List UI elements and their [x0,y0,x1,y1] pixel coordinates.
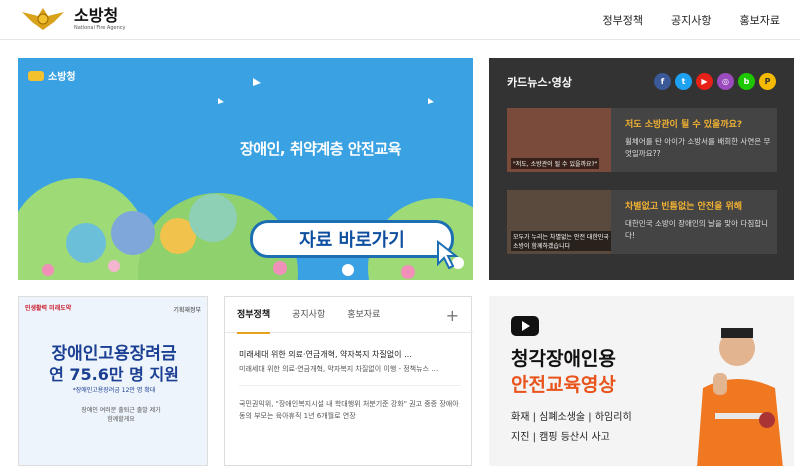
post-icon[interactable]: P [759,73,776,90]
site-header: 소방청 National Fire Agency 정부정책 공지사항 홍보자료 [0,0,800,40]
divider [239,385,461,386]
tab-government-policy[interactable]: 정부정책 [237,297,271,334]
logo-korean: 소방청 [74,5,119,25]
video-topics-line1: 화재 | 심폐소생술 | 하임리히 [511,412,632,423]
main-nav: 정부정책 공지사항 홍보자료 [603,12,780,28]
news-item[interactable]: "저도, 소방관이 될 수 있을까요?" 저도 소방관이 될 수 있을까요? 휠… [507,108,777,172]
tab-bar: 정부정책 공지사항 홍보자료 + [225,297,473,334]
news-item[interactable]: 모두가 누리는 차별없는 안전 대한민국 소방이 함께하겠습니다 차별없고 빈틈… [507,190,777,254]
main-banner[interactable]: 소방청 장애인, 취약계층 안전교육 자료 바로가기 [18,58,473,280]
video-topics-line2: 지진 | 캠핑 등산시 사고 [511,432,610,443]
poster-line3: *장애인고용장려금 12만 명 확대 [72,387,156,394]
nav-government-policy[interactable]: 정부정책 [603,12,643,28]
list-item[interactable]: 국민권익위, "장애인복지시설 내 학대행위 처분기준 강화" 권고 중증 장애… [239,395,461,422]
info-tabs-panel: 정부정책 공지사항 홍보자료 + 미래세대 위한 의료·연금개혁, 약자복지 차… [224,296,473,466]
youtube-play-icon [511,316,539,336]
employment-subsidy-poster[interactable]: 민생활력 미래도약 기획재정부 장애인고용장려금 연 75.6만 명 지원 *장… [18,296,208,466]
nav-pr-materials[interactable]: 홍보자료 [740,12,780,28]
facebook-icon[interactable]: f [654,73,671,90]
logo-text: 소방청 National Fire Agency [74,5,126,32]
poster-handwriting: 장애인 여러분 출퇴근 출발 제가 함께할게요 [81,407,161,423]
card-news-heading: 카드뉴스·영상 [507,76,572,89]
news-description: 휠체어를 탄 아이가 소방서를 배회한 사연은 무엇일까요?? [625,137,771,158]
poster-line2: 연 75.6만 명 지원 [49,365,179,384]
news-title: 차별없고 빈틈없는 안전을 위해 [625,202,743,212]
tab-notices[interactable]: 공지사항 [292,297,325,333]
more-plus-icon[interactable]: + [446,306,459,325]
banner-logo: 소방청 [28,68,76,83]
twitter-icon[interactable]: t [675,73,692,90]
banner-title: 장애인, 취약계층 안전교육 [240,140,401,158]
emblem-icon [28,70,44,81]
instagram-icon[interactable]: ◎ [717,73,734,90]
post-title: 미래세대 위한 의료·연금개혁, 약자복지 차질없이 … [239,350,412,359]
news-thumb-caption: "저도, 소방관이 될 수 있을까요?" [511,158,600,169]
poster-tag: 민생활력 미래도약 [25,305,72,312]
news-description: 대한민국 소방이 장애인의 날을 맞아 다짐합니다! [625,219,769,240]
social-links: f t ▶ ◎ b P [654,73,776,90]
youtube-icon[interactable]: ▶ [696,73,713,90]
news-thumb-caption: 모두가 누리는 차별없는 안전 대한민국 소방이 함께하겠습니다 [511,231,611,251]
logo-english: National Fire Agency [74,24,126,31]
blog-icon[interactable]: b [738,73,755,90]
news-title: 저도 소방관이 될 수 있을까요? [625,120,743,130]
cursor-icon [437,240,459,270]
post-description: 국민권익위, "장애인복지시설 내 학대행위 처분기준 강화" 권고 중증 장애… [239,400,459,420]
banner-cta-button[interactable]: 자료 바로가기 [250,220,454,258]
video-title-line2: 안전교육영상 [511,374,616,396]
sign-language-video-banner[interactable]: 청각장애인용 안전교육영상 화재 | 심폐소생술 | 하임리히 지진 | 캠핑 … [489,296,794,466]
tab-pr-materials[interactable]: 홍보자료 [347,297,380,333]
site-logo[interactable]: 소방청 National Fire Agency [18,6,125,32]
list-item[interactable]: 미래세대 위한 의료·연금개혁, 약자복지 차질없이 … 미래세대 위한 의료·… [239,349,461,375]
card-news-panel: 카드뉴스·영상 f t ▶ ◎ b P "저도, 소방관이 될 수 있을까요?"… [489,58,794,280]
post-description: 미래세대 위한 의료·연금개혁, 약자복지 차질없이 이행 - 정책뉴스 … [239,365,439,373]
video-title-line1: 청각장애인용 [511,348,616,370]
fire-agency-emblem-icon [22,8,64,30]
news-thumbnail: "저도, 소방관이 될 수 있을까요?" [507,108,611,172]
poster-ministry: 기획재정부 [173,307,201,314]
news-thumbnail: 모두가 누리는 차별없는 안전 대한민국 소방이 함께하겠습니다 [507,190,611,254]
firefighter-photo [697,328,783,466]
nav-notices[interactable]: 공지사항 [671,12,711,28]
banner-logo-text: 소방청 [48,72,76,83]
